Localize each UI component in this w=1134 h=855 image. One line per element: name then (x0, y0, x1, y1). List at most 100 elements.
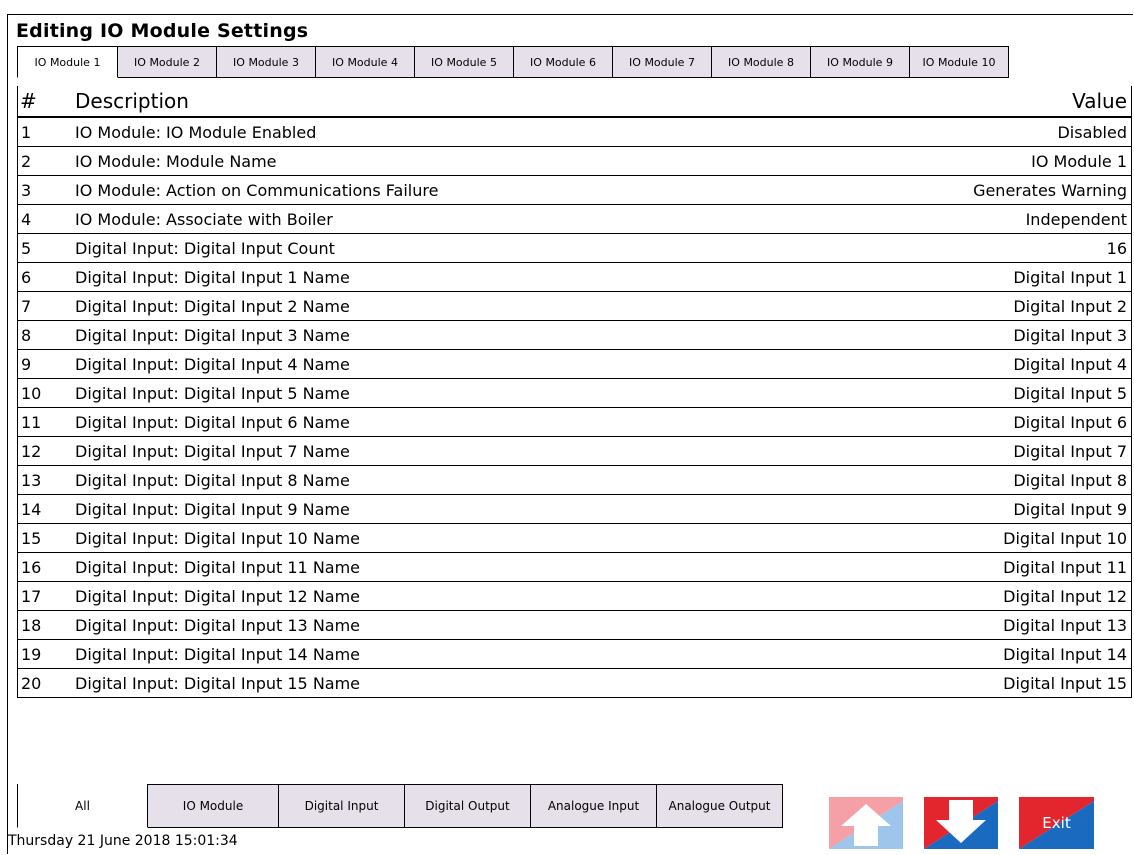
row-value: Digital Input 15 (1003, 673, 1127, 693)
tab-io-module-9[interactable]: IO Module 9 (811, 46, 910, 78)
row-num: 17 (21, 586, 42, 606)
table-header: # Description Value (18, 86, 1131, 118)
tab-io-module-7[interactable]: IO Module 7 (613, 46, 712, 78)
row-num: 5 (21, 238, 32, 258)
row-num: 13 (21, 470, 42, 490)
row-description: Digital Input: Digital Input Count (75, 238, 335, 258)
row-description: Digital Input: Digital Input 14 Name (75, 644, 361, 664)
row-description: Digital Input: Digital Input 15 Name (75, 673, 361, 693)
row-description: IO Module: IO Module Enabled (75, 122, 317, 142)
row-description: Digital Input: Digital Input 13 Name (75, 615, 361, 635)
row-description: Digital Input: Digital Input 10 Name (75, 528, 361, 548)
row-num: 3 (21, 180, 32, 200)
row-description: Digital Input: Digital Input 1 Name (75, 267, 350, 287)
arrow-up-icon (829, 797, 903, 849)
table-row[interactable]: 2 IO Module: Module Name IO Module 1 (18, 147, 1131, 176)
row-value: Digital Input 14 (1003, 644, 1127, 664)
row-value: Digital Input 1 (1013, 267, 1127, 287)
row-value: Digital Input 8 (1013, 470, 1127, 490)
row-description: Digital Input: Digital Input 4 Name (75, 354, 350, 374)
tab-io-module-10[interactable]: IO Module 10 (910, 46, 1009, 78)
tab-io-module-2[interactable]: IO Module 2 (118, 46, 217, 78)
row-description: IO Module: Module Name (75, 151, 277, 171)
settings-table: # Description Value 1 IO Module: IO Modul… (17, 86, 1132, 698)
row-value: Disabled (1057, 122, 1127, 142)
scroll-down-button[interactable] (924, 797, 998, 849)
row-num: 6 (21, 267, 32, 287)
table-row[interactable]: 13 Digital Input: Digital Input 8 Name Dig… (18, 466, 1131, 495)
row-num: 14 (21, 499, 42, 519)
row-description: Digital Input: Digital Input 2 Name (75, 296, 350, 316)
row-value: 16 (1106, 238, 1127, 258)
table-row[interactable]: 20 Digital Input: Digital Input 15 Name Di… (18, 669, 1131, 698)
row-num: 15 (21, 528, 42, 548)
table-row[interactable]: 4 IO Module: Associate with Boiler Indepen… (18, 205, 1131, 234)
row-description: Digital Input: Digital Input 5 Name (75, 383, 350, 403)
filter-io-module[interactable]: IO Module (148, 784, 279, 828)
table-row[interactable]: 3 IO Module: Action on Communications Fai… (18, 176, 1131, 205)
status-timestamp: Thursday 21 June 2018 15:01:34 (8, 833, 238, 849)
table-row[interactable]: 17 Digital Input: Digital Input 12 Name Di… (18, 582, 1131, 611)
table-row[interactable]: 10 Digital Input: Digital Input 5 Name Dig… (18, 379, 1131, 408)
scroll-up-button[interactable] (829, 797, 903, 849)
table-row[interactable]: 8 Digital Input: Digital Input 3 Name Digi… (18, 321, 1131, 350)
row-num: 1 (21, 122, 32, 142)
table-row[interactable]: 5 Digital Input: Digital Input Count 16 (18, 234, 1131, 263)
table-row[interactable]: 19 Digital Input: Digital Input 14 Name Di… (18, 640, 1131, 669)
filter-analogue-input[interactable]: Analogue Input (531, 784, 657, 828)
tab-io-module-4[interactable]: IO Module 4 (316, 46, 415, 78)
column-header-value: Value (1072, 89, 1127, 113)
row-value: IO Module 1 (1031, 151, 1127, 171)
row-value: Digital Input 2 (1013, 296, 1127, 316)
row-description: IO Module: Action on Communications Fail… (75, 180, 439, 200)
table-row[interactable]: 11 Digital Input: Digital Input 6 Name Dig… (18, 408, 1131, 437)
row-num: 10 (21, 383, 42, 403)
filter-all[interactable]: All (17, 784, 148, 828)
tab-io-module-8[interactable]: IO Module 8 (712, 46, 811, 78)
column-header-description: Description (75, 89, 189, 113)
table-row[interactable]: 6 Digital Input: Digital Input 1 Name Digi… (18, 263, 1131, 292)
module-tabs: IO Module 1 IO Module 2 IO Module 3 IO M… (17, 46, 1009, 78)
row-description: Digital Input: Digital Input 12 Name (75, 586, 361, 606)
row-value: Digital Input 7 (1013, 441, 1127, 461)
row-description: Digital Input: Digital Input 11 Name (75, 557, 361, 577)
page-title: Editing IO Module Settings (16, 20, 309, 42)
table-row[interactable]: 12 Digital Input: Digital Input 7 Name Dig… (18, 437, 1131, 466)
table-row[interactable]: 1 IO Module: IO Module Enabled Disabled (18, 118, 1131, 147)
filter-analogue-output[interactable]: Analogue Output (657, 784, 783, 828)
row-description: Digital Input: Digital Input 8 Name (75, 470, 350, 490)
row-value: Digital Input 5 (1013, 383, 1127, 403)
table-row[interactable]: 7 Digital Input: Digital Input 2 Name Digi… (18, 292, 1131, 321)
row-num: 9 (21, 354, 32, 374)
tab-io-module-1[interactable]: IO Module 1 (17, 46, 118, 78)
row-num: 11 (21, 412, 42, 432)
row-num: 18 (21, 615, 42, 635)
row-description: Digital Input: Digital Input 7 Name (75, 441, 350, 461)
row-description: Digital Input: Digital Input 6 Name (75, 412, 350, 432)
tab-io-module-6[interactable]: IO Module 6 (514, 46, 613, 78)
row-value: Generates Warning (973, 180, 1127, 200)
exit-label: Exit (1042, 814, 1071, 832)
filter-digital-output[interactable]: Digital Output (405, 784, 531, 828)
table-row[interactable]: 18 Digital Input: Digital Input 13 Name Di… (18, 611, 1131, 640)
row-num: 20 (21, 673, 42, 693)
column-header-num: # (20, 89, 37, 113)
row-value: Digital Input 3 (1013, 325, 1127, 345)
tab-io-module-5[interactable]: IO Module 5 (415, 46, 514, 78)
row-value: Digital Input 12 (1003, 586, 1127, 606)
row-value: Digital Input 13 (1003, 615, 1127, 635)
row-value: Independent (1025, 209, 1127, 229)
row-value: Digital Input 10 (1003, 528, 1127, 548)
filter-digital-input[interactable]: Digital Input (279, 784, 405, 828)
row-value: Digital Input 6 (1013, 412, 1127, 432)
table-row[interactable]: 9 Digital Input: Digital Input 4 Name Digi… (18, 350, 1131, 379)
row-value: Digital Input 4 (1013, 354, 1127, 374)
exit-button[interactable]: Exit (1019, 797, 1094, 849)
table-row[interactable]: 14 Digital Input: Digital Input 9 Name Dig… (18, 495, 1131, 524)
row-num: 2 (21, 151, 32, 171)
arrow-down-icon (924, 797, 998, 849)
table-row[interactable]: 15 Digital Input: Digital Input 10 Name Di… (18, 524, 1131, 553)
row-num: 12 (21, 441, 42, 461)
tab-io-module-3[interactable]: IO Module 3 (217, 46, 316, 78)
table-row[interactable]: 16 Digital Input: Digital Input 11 Name Di… (18, 553, 1131, 582)
